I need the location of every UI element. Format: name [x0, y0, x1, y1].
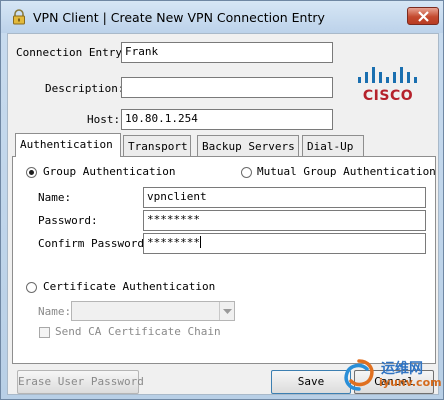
cert-name-select[interactable]: [71, 301, 235, 321]
description-field[interactable]: [121, 77, 333, 98]
tab-authentication[interactable]: Authentication: [15, 133, 121, 157]
connection-entry-label: Connection Entry:: [16, 46, 129, 59]
save-button[interactable]: Save: [271, 370, 351, 394]
password-field[interactable]: ********: [143, 210, 426, 231]
cert-name-label: Name:: [38, 305, 72, 318]
description-label: Description:: [45, 82, 125, 95]
group-name-field[interactable]: vpnclient: [143, 187, 426, 208]
group-auth-label: Group Authentication: [43, 165, 176, 178]
authentication-panel: Group Authentication Mutual Group Authen…: [12, 156, 436, 364]
close-button[interactable]: [407, 7, 439, 25]
tab-backup-servers[interactable]: Backup Servers: [197, 135, 299, 157]
padlock-icon: [13, 9, 25, 25]
host-field[interactable]: 10.80.1.254: [121, 109, 333, 130]
dialog-body: Connection Entry: Frank Description: Hos…: [7, 33, 439, 395]
group-name-label: Name:: [38, 191, 72, 204]
vpn-client-window: VPN Client | Create New VPN Connection E…: [0, 0, 444, 400]
watermark-line1: 运维网: [381, 361, 423, 377]
cisco-bars-icon: [358, 67, 417, 83]
watermark-line2: iyunv.com: [379, 376, 442, 389]
text-cursor: [199, 236, 201, 248]
mutual-group-auth-radio[interactable]: [241, 167, 252, 178]
chevron-down-icon: [219, 302, 234, 320]
watermark: 运维网 iyunv.com: [341, 357, 442, 397]
cisco-logo: CISCO: [356, 66, 420, 106]
title-bar[interactable]: VPN Client | Create New VPN Connection E…: [1, 1, 443, 33]
send-ca-label: Send CA Certificate Chain: [55, 325, 221, 338]
group-auth-radio[interactable]: [26, 167, 37, 178]
cert-auth-label: Certificate Authentication: [43, 280, 216, 293]
connection-entry-field[interactable]: Frank: [121, 42, 333, 63]
send-ca-checkbox[interactable]: [39, 327, 50, 338]
host-label: Host:: [87, 113, 121, 126]
close-icon: [418, 11, 429, 22]
erase-user-password-button[interactable]: Erase User Password: [17, 370, 144, 394]
cisco-logo-text: CISCO: [362, 88, 414, 104]
tab-dial-up[interactable]: Dial-Up: [302, 135, 364, 157]
watermark-swirl-icon: [344, 359, 374, 391]
confirm-password-value: ********: [147, 236, 200, 249]
window-title: VPN Client | Create New VPN Connection E…: [33, 10, 325, 25]
confirm-password-label: Confirm Password:: [38, 237, 151, 250]
confirm-password-field[interactable]: ********: [143, 233, 426, 254]
password-label: Password:: [38, 214, 98, 227]
mutual-group-auth-label: Mutual Group Authentication: [257, 165, 436, 178]
cert-auth-radio[interactable]: [26, 282, 37, 293]
tab-transport[interactable]: Transport: [123, 135, 191, 157]
